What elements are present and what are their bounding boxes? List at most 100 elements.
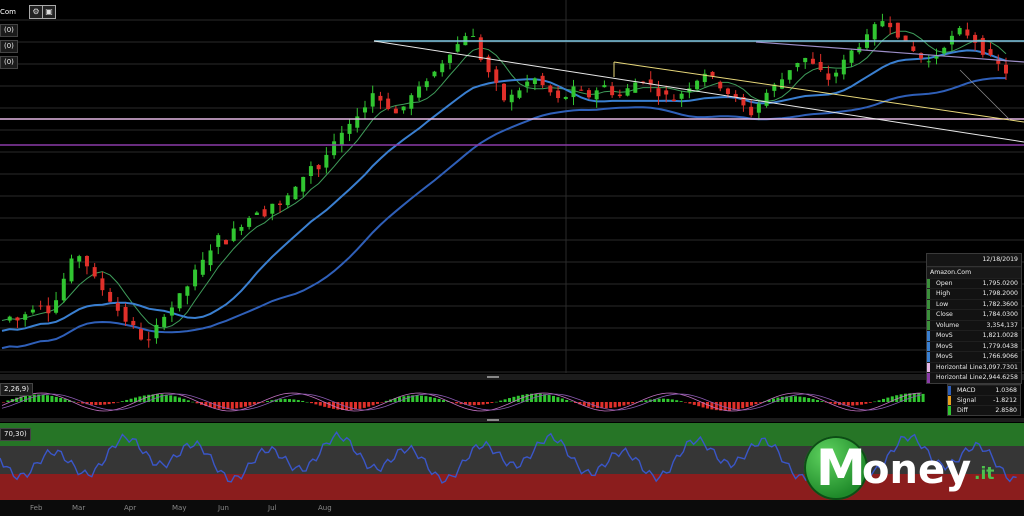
candle-body: [594, 90, 599, 100]
macd-bar: [248, 402, 252, 406]
candle-body: [671, 99, 676, 102]
ohlc-date: 12/18/2019: [927, 254, 1021, 267]
candle-body: [517, 90, 522, 98]
candle-body: [903, 35, 908, 42]
macd-params[interactable]: 2,26,9): [0, 383, 33, 396]
candle-body: [61, 278, 66, 301]
candle-body: [965, 29, 970, 36]
macd-bar: [279, 399, 283, 402]
macd-bar: [6, 400, 10, 402]
panel-separator: [0, 374, 1024, 380]
candle-body: [818, 61, 823, 71]
time-axis: [0, 500, 1024, 516]
macd-bar: [917, 393, 921, 402]
candle-body: [440, 63, 445, 73]
macd-bar: [912, 393, 916, 402]
candle-body: [610, 86, 615, 96]
candle-body: [362, 107, 367, 113]
candle-body: [7, 316, 12, 321]
month-label: Feb: [30, 504, 43, 512]
ohlc-value: 1,821.0028: [982, 332, 1018, 339]
indicator-chip-3[interactable]: (0): [0, 56, 18, 69]
candle-body: [316, 165, 321, 170]
macd-bar: [736, 402, 740, 410]
macd-bar: [675, 400, 679, 402]
macd-bar: [569, 401, 573, 402]
ohlc-value: 1,798.2000: [982, 290, 1018, 297]
ohlc-label: Horizontal Line: [927, 373, 982, 383]
macd-bar: [657, 398, 661, 402]
macd-bar: [173, 396, 177, 402]
macd-bar: [754, 402, 758, 405]
macd-bar: [406, 395, 410, 402]
macd-value: -1.8212: [993, 397, 1017, 404]
macd-bar: [288, 399, 291, 402]
macd-bar: [477, 402, 481, 406]
candle-body: [471, 36, 476, 38]
rsi-params[interactable]: 70,30): [0, 428, 31, 441]
candle-body: [223, 239, 228, 245]
candle-body: [177, 293, 182, 309]
ohlc-label: MovS: [927, 341, 953, 351]
macd-bar: [745, 402, 749, 407]
panel-resize-handle: [487, 376, 499, 378]
candle-body: [370, 93, 375, 107]
panel-separator: [0, 418, 1024, 422]
candle-body: [664, 90, 669, 95]
candle-body: [15, 317, 20, 321]
ohlc-label: Low: [927, 299, 948, 309]
macd-bar: [833, 402, 837, 405]
month-label: Jul: [268, 504, 277, 512]
ohlc-row: MovS 1,779.0438: [927, 340, 1021, 351]
ohlc-symbol: Amazon.Com: [930, 269, 972, 276]
ohlc-label: MovS: [927, 331, 953, 341]
macd-bar: [2, 402, 5, 403]
candle-body: [1004, 64, 1008, 74]
ohlc-row: Volume 3,354,137: [927, 319, 1021, 330]
candle-body: [208, 250, 213, 266]
candle-body: [355, 116, 360, 128]
candle-body: [347, 123, 352, 134]
candle-body: [324, 154, 329, 168]
macd-bar: [864, 402, 868, 404]
ohlc-row: MovS 1,821.0028: [927, 330, 1021, 341]
candle-body: [633, 82, 638, 93]
candle-body: [695, 80, 700, 90]
candle-body: [123, 307, 128, 322]
macd-bar: [433, 397, 437, 402]
candle-body: [656, 88, 661, 97]
macd-bar: [362, 402, 366, 408]
indicator-chip-2[interactable]: (0): [0, 40, 18, 53]
macd-bar: [613, 402, 617, 408]
candle-body: [586, 90, 591, 98]
ohlc-panel: 12/18/2019 Amazon.Com Open 1,795.0200 High…: [926, 253, 1022, 384]
macd-bar: [723, 402, 727, 411]
macd-bar: [90, 402, 93, 405]
macd-bar: [138, 396, 142, 402]
candle-body: [270, 203, 275, 214]
candle-body: [154, 324, 159, 339]
candle-body: [810, 58, 815, 64]
candle-body: [386, 98, 391, 109]
candle-body: [826, 73, 831, 80]
macd-bar: [415, 395, 419, 402]
candle-body: [139, 329, 144, 340]
candle-body: [432, 71, 437, 77]
indicator-chip-1[interactable]: (0): [0, 24, 18, 37]
macd-bar: [631, 402, 635, 404]
settings-icon[interactable]: ⚙: [29, 5, 43, 19]
macd-bar: [266, 401, 269, 402]
candle-body: [718, 81, 723, 89]
candle-body: [787, 70, 792, 80]
macd-bar: [670, 399, 674, 402]
macd-histogram: [1, 392, 925, 412]
candle-body: [278, 203, 283, 206]
macd-row: MACD 1.0368: [948, 385, 1020, 395]
resize-icon[interactable]: ▣: [42, 5, 56, 19]
candle-body: [332, 141, 337, 156]
macd-bar: [442, 400, 445, 402]
macd-bar: [609, 402, 613, 408]
candle-body: [834, 72, 839, 77]
macd-row: Signal -1.8212: [948, 395, 1020, 405]
candle-body: [30, 309, 35, 313]
